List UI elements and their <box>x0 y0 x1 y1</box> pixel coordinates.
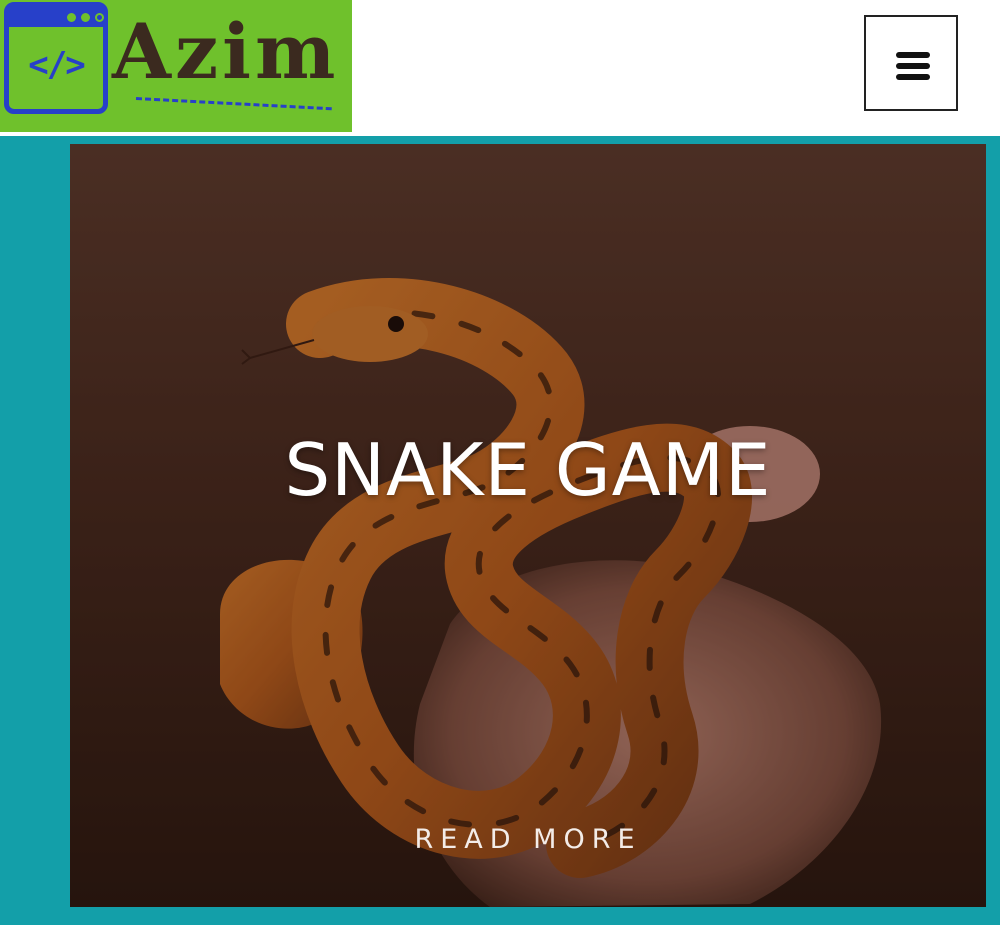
site-header: </> Azim <box>0 0 1000 136</box>
menu-toggle-button[interactable] <box>864 15 958 111</box>
code-window-icon: </> <box>4 2 108 114</box>
image-overlay <box>70 144 986 907</box>
logo-code-glyph: </> <box>28 45 85 85</box>
logo-underline <box>135 97 332 111</box>
post-card[interactable]: SNAKE GAME READ MORE <box>70 144 986 907</box>
read-more-link[interactable]: READ MORE <box>70 824 986 855</box>
post-title[interactable]: SNAKE GAME <box>70 428 986 512</box>
site-logo[interactable]: </> Azim <box>0 0 352 132</box>
content-stage: SNAKE GAME READ MORE <box>0 136 1000 925</box>
logo-text: Azim <box>112 7 340 96</box>
